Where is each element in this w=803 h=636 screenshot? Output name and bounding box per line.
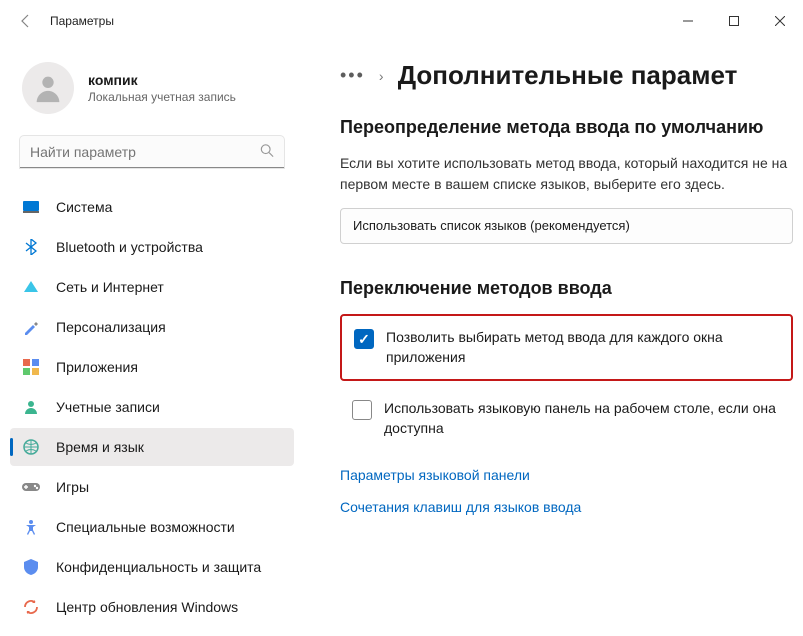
breadcrumb: ••• › Дополнительные парамет xyxy=(340,60,793,91)
nav-item-accounts[interactable]: Учетные записи xyxy=(10,388,294,426)
main-content: ••• › Дополнительные парамет Переопредел… xyxy=(300,42,803,636)
update-icon xyxy=(22,598,40,616)
section-title-switch: Переключение методов ввода xyxy=(340,276,793,300)
nav-item-bluetooth[interactable]: Bluetooth и устройства xyxy=(10,228,294,266)
nav-item-windows-update[interactable]: Центр обновления Windows xyxy=(10,588,294,626)
checkbox-label: Позволить выбирать метод ввода для каждо… xyxy=(386,328,779,367)
nav-item-system[interactable]: Система xyxy=(10,188,294,226)
breadcrumb-ellipsis[interactable]: ••• xyxy=(340,65,365,86)
link-language-bar-options[interactable]: Параметры языковой панели xyxy=(340,467,793,483)
nav-label: Специальные возможности xyxy=(56,519,235,535)
checkbox-row-language-bar[interactable]: Использовать языковую панель на рабочем … xyxy=(340,387,793,450)
nav-label: Bluetooth и устройства xyxy=(56,239,203,255)
nav-label: Учетные записи xyxy=(56,399,160,415)
minimize-button[interactable] xyxy=(665,5,711,37)
section-title-override: Переопределение метода ввода по умолчани… xyxy=(340,115,793,139)
nav-label: Персонализация xyxy=(56,319,166,335)
titlebar: Параметры xyxy=(0,0,803,42)
sidebar: компик Локальная учетная запись Система … xyxy=(0,42,300,636)
nav-label: Система xyxy=(56,199,112,215)
nav-label: Центр обновления Windows xyxy=(56,599,238,615)
checkbox-language-bar[interactable] xyxy=(352,400,372,420)
nav-label: Сеть и Интернет xyxy=(56,279,164,295)
search-input[interactable] xyxy=(20,136,284,168)
nav-label: Приложения xyxy=(56,359,138,375)
time-language-icon xyxy=(22,438,40,456)
section-desc-override: Если вы хотите использовать метод ввода,… xyxy=(340,153,793,194)
profile-block[interactable]: компик Локальная учетная запись xyxy=(10,52,294,136)
checkbox-per-window[interactable] xyxy=(354,329,374,349)
gaming-icon xyxy=(22,478,40,496)
avatar xyxy=(22,62,74,114)
nav-item-gaming[interactable]: Игры xyxy=(10,468,294,506)
accessibility-icon xyxy=(22,518,40,536)
accounts-icon xyxy=(22,398,40,416)
checkbox-label: Использовать языковую панель на рабочем … xyxy=(384,399,781,438)
select-value: Использовать список языков (рекомендуетс… xyxy=(353,218,630,233)
search-icon xyxy=(260,144,274,161)
chevron-right-icon: › xyxy=(379,68,384,84)
nav-item-network[interactable]: Сеть и Интернет xyxy=(10,268,294,306)
nav-label: Конфиденциальность и защита xyxy=(56,559,261,575)
network-icon xyxy=(22,278,40,296)
privacy-icon xyxy=(22,558,40,576)
window-title: Параметры xyxy=(44,14,114,28)
nav-item-time-language[interactable]: Время и язык xyxy=(10,428,294,466)
nav-label: Время и язык xyxy=(56,439,144,455)
apps-icon xyxy=(22,358,40,376)
nav-label: Игры xyxy=(56,479,89,495)
search-box xyxy=(20,136,284,168)
nav-list: Система Bluetooth и устройства Сеть и Ин… xyxy=(10,188,294,626)
nav-item-privacy[interactable]: Конфиденциальность и защита xyxy=(10,548,294,586)
checkbox-row-per-window[interactable]: Позволить выбирать метод ввода для каждо… xyxy=(340,314,793,381)
nav-item-apps[interactable]: Приложения xyxy=(10,348,294,386)
personalization-icon xyxy=(22,318,40,336)
system-icon xyxy=(22,198,40,216)
maximize-button[interactable] xyxy=(711,5,757,37)
nav-item-personalization[interactable]: Персонализация xyxy=(10,308,294,346)
window-controls xyxy=(665,5,803,37)
page-title: Дополнительные парамет xyxy=(398,60,738,91)
link-hotkeys[interactable]: Сочетания клавиш для языков ввода xyxy=(340,499,793,515)
close-button[interactable] xyxy=(757,5,803,37)
profile-name: компик xyxy=(88,72,236,88)
profile-subtitle: Локальная учетная запись xyxy=(88,90,236,104)
input-method-select[interactable]: Использовать список языков (рекомендуетс… xyxy=(340,208,793,244)
back-button[interactable] xyxy=(8,3,44,39)
bluetooth-icon xyxy=(22,238,40,256)
nav-item-accessibility[interactable]: Специальные возможности xyxy=(10,508,294,546)
